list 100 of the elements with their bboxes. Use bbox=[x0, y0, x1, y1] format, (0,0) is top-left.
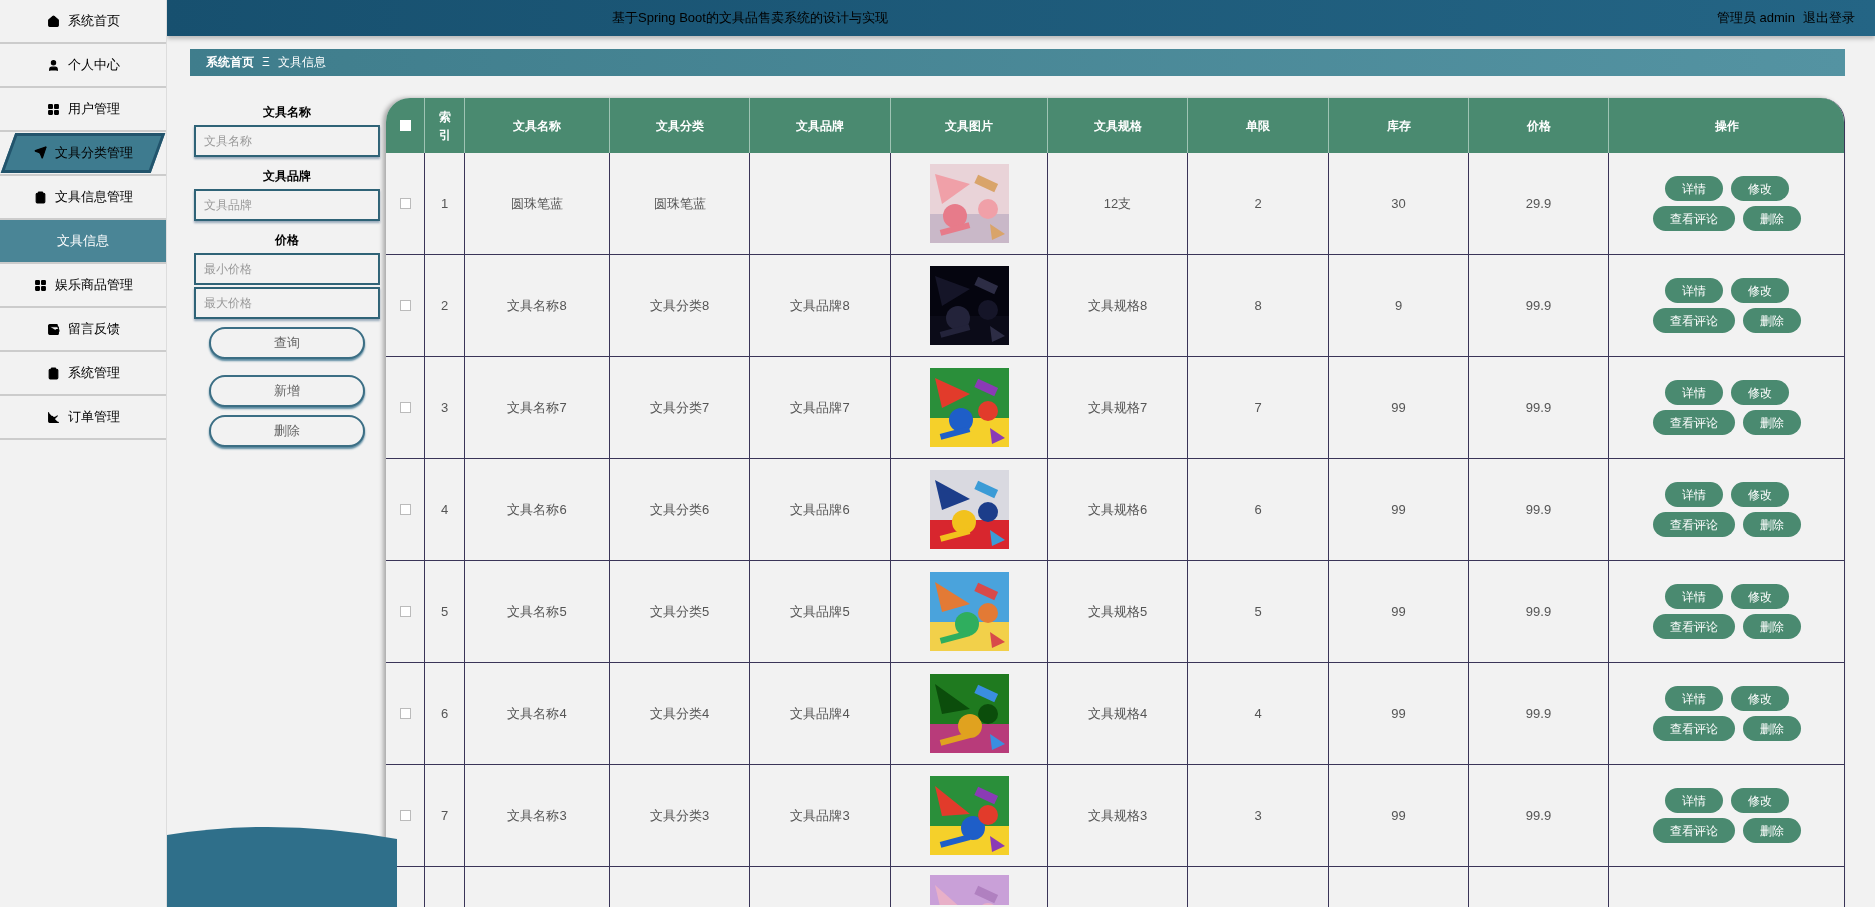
home-icon bbox=[46, 14, 60, 28]
action-button[interactable]: 详情 bbox=[1664, 380, 1723, 405]
action-button[interactable]: 删除 bbox=[1742, 614, 1801, 639]
table-cell: 6 bbox=[424, 663, 464, 765]
action-button[interactable]: 详情 bbox=[1664, 686, 1723, 711]
table-cell: 文具分类3 bbox=[609, 765, 749, 867]
select-all-checkbox[interactable] bbox=[399, 120, 411, 131]
row-checkbox[interactable] bbox=[399, 198, 411, 209]
table-cell: 文具规格6 bbox=[1047, 459, 1187, 561]
action-button[interactable]: 修改 bbox=[1730, 482, 1789, 507]
action-button[interactable]: 修改 bbox=[1730, 278, 1789, 303]
sidebar-subitem[interactable]: 文具信息 bbox=[0, 220, 166, 264]
sidebar-item[interactable]: 系统首页 bbox=[0, 0, 166, 42]
outline-button[interactable]: 新增 bbox=[209, 375, 365, 407]
action-button[interactable]: 查看评论 bbox=[1652, 410, 1735, 435]
logout-link[interactable]: 退出登录 bbox=[1803, 8, 1855, 28]
sidebar-label: 订单管理 bbox=[67, 408, 120, 427]
table-cell: 2 bbox=[424, 255, 464, 357]
action-button[interactable]: 修改 bbox=[1730, 686, 1789, 711]
action-button[interactable]: 查看评论 bbox=[1652, 206, 1735, 231]
row-checkbox[interactable] bbox=[399, 606, 411, 617]
table-cell: 文具规格3 bbox=[1047, 765, 1187, 867]
sidebar-item[interactable]: 文具信息管理 bbox=[0, 176, 166, 218]
table-cell: 文具品牌5 bbox=[749, 561, 890, 663]
table-cell: 99.9 bbox=[1468, 561, 1608, 663]
max-price-field[interactable]: 最大价格 bbox=[194, 287, 380, 319]
action-button[interactable]: 查看评论 bbox=[1652, 308, 1735, 333]
table-cell: 文具名称4 bbox=[464, 663, 609, 765]
table-cell: 3 bbox=[424, 357, 464, 459]
table-cell: 文具品牌7 bbox=[749, 357, 890, 459]
sidebar-item[interactable]: 系统管理 bbox=[0, 352, 166, 394]
column-header: 文具规格 bbox=[1047, 98, 1187, 153]
outline-button[interactable]: 删除 bbox=[209, 415, 365, 447]
action-button[interactable]: 修改 bbox=[1730, 176, 1789, 201]
action-button[interactable]: 删除 bbox=[1742, 308, 1801, 333]
table-cell: 30 bbox=[1328, 153, 1468, 255]
sidebar-item[interactable]: 文具分类管理 bbox=[0, 133, 166, 173]
user-icon bbox=[46, 58, 60, 72]
outline-button[interactable]: 查询 bbox=[209, 327, 365, 359]
table-cell: 文具名称8 bbox=[464, 255, 609, 357]
action-button[interactable]: 删除 bbox=[1742, 410, 1801, 435]
filter-label: 价格 bbox=[275, 232, 299, 249]
action-button[interactable]: 修改 bbox=[1730, 788, 1789, 813]
action-button[interactable]: 详情 bbox=[1664, 278, 1723, 303]
column-header: 文具名称 bbox=[464, 98, 609, 153]
table-cell: 5 bbox=[424, 561, 464, 663]
sidebar-item[interactable]: 用户管理 bbox=[0, 88, 166, 130]
wallet-icon bbox=[46, 322, 60, 336]
table-cell: 99.9 bbox=[1468, 255, 1608, 357]
action-button[interactable]: 详情 bbox=[1664, 176, 1723, 201]
column-header: 文具分类 bbox=[609, 98, 749, 153]
column-header: 库存 bbox=[1328, 98, 1468, 153]
table-cell: 文具分类4 bbox=[609, 663, 749, 765]
action-button[interactable]: 修改 bbox=[1730, 380, 1789, 405]
row-checkbox[interactable] bbox=[399, 504, 411, 515]
sidebar-item[interactable]: 个人中心 bbox=[0, 44, 166, 86]
action-button[interactable]: 修改 bbox=[1730, 584, 1789, 609]
brand-field[interactable]: 文具品牌 bbox=[194, 189, 380, 221]
row-checkbox[interactable] bbox=[399, 402, 411, 413]
table-cell: 99.9 bbox=[1468, 663, 1608, 765]
row-checkbox[interactable] bbox=[399, 810, 411, 821]
sidebar-label: 娱乐商品管理 bbox=[54, 276, 133, 295]
action-button[interactable]: 查看评论 bbox=[1652, 818, 1735, 843]
table-cell: 99 bbox=[1328, 459, 1468, 561]
column-header: 操作 bbox=[1608, 98, 1844, 153]
breadcrumb-current: 文具信息 bbox=[277, 54, 326, 72]
row-checkbox[interactable] bbox=[399, 708, 411, 719]
grid-icon bbox=[46, 102, 60, 116]
action-button[interactable]: 查看评论 bbox=[1652, 614, 1735, 639]
table-cell: 文具规格5 bbox=[1047, 561, 1187, 663]
table-cell: 29.9 bbox=[1468, 153, 1608, 255]
action-button[interactable]: 查看评论 bbox=[1652, 512, 1735, 537]
sidebar-item[interactable]: 订单管理 bbox=[0, 396, 166, 438]
action-button[interactable]: 详情 bbox=[1664, 584, 1723, 609]
action-button[interactable]: 删除 bbox=[1742, 818, 1801, 843]
action-button[interactable]: 详情 bbox=[1664, 788, 1723, 813]
table-cell: 文具品牌6 bbox=[749, 459, 890, 561]
table-cell: 7 bbox=[424, 765, 464, 867]
name-field[interactable]: 文具名称 bbox=[194, 125, 380, 157]
sidebar-item[interactable]: 留言反馈 bbox=[0, 308, 166, 350]
column-header: 价格 bbox=[1468, 98, 1608, 153]
sidebar-label: 个人中心 bbox=[67, 56, 120, 75]
table-cell: 99.9 bbox=[1468, 357, 1608, 459]
row-checkbox[interactable] bbox=[399, 300, 411, 311]
clipboard-check-icon bbox=[46, 366, 60, 380]
action-button[interactable]: 详情 bbox=[1664, 482, 1723, 507]
table-cell: 文具品牌4 bbox=[749, 663, 890, 765]
table-cell: 圆珠笔蓝 bbox=[609, 153, 749, 255]
breadcrumb-link[interactable]: 系统首页 bbox=[206, 53, 254, 72]
table-cell: 文具名称3 bbox=[464, 765, 609, 867]
column-header: 文具品牌 bbox=[749, 98, 890, 153]
min-price-field[interactable]: 最小价格 bbox=[194, 253, 380, 285]
action-button[interactable]: 删除 bbox=[1742, 206, 1801, 231]
table-cell: 12支 bbox=[1047, 153, 1187, 255]
table-cell: 文具名称5 bbox=[464, 561, 609, 663]
sidebar-item[interactable]: 娱乐商品管理 bbox=[0, 264, 166, 306]
column-header: 文具图片 bbox=[890, 98, 1047, 153]
action-button[interactable]: 删除 bbox=[1742, 512, 1801, 537]
action-button[interactable]: 删除 bbox=[1742, 716, 1801, 741]
action-button[interactable]: 查看评论 bbox=[1652, 716, 1735, 741]
